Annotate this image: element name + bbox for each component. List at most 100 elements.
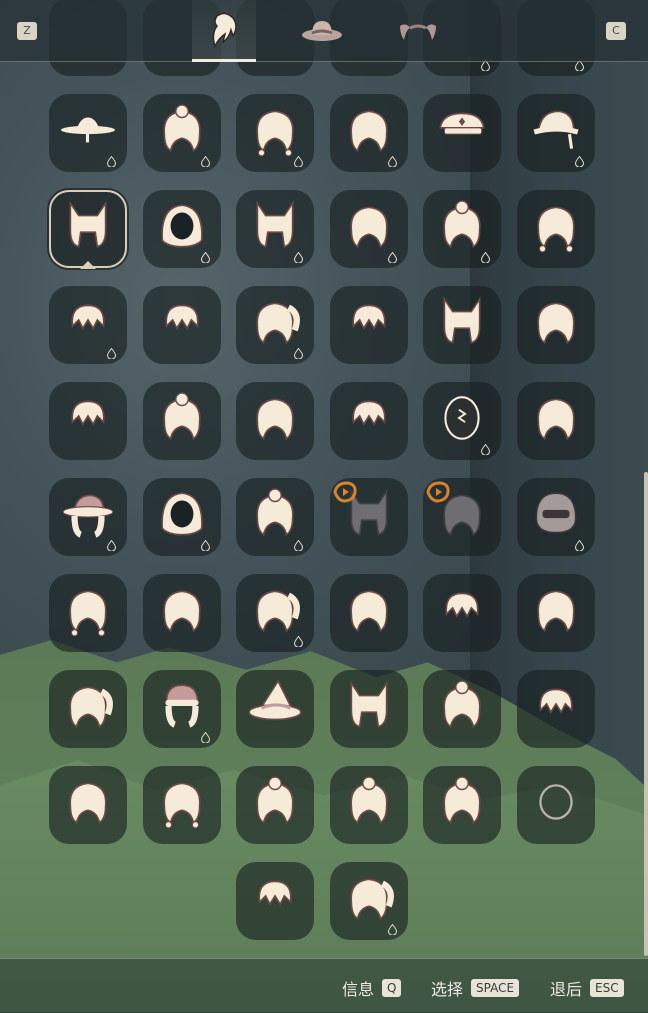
wild-curly-hair-icon bbox=[528, 679, 584, 739]
select-label: 选择 bbox=[431, 980, 464, 999]
grid-slot[interactable] bbox=[236, 478, 314, 556]
grid-slot[interactable] bbox=[330, 382, 408, 460]
back-hint[interactable]: 退后 ESC bbox=[550, 976, 624, 1000]
tab-hat[interactable] bbox=[290, 0, 354, 61]
feather-hair-icon bbox=[60, 775, 116, 835]
fox-ears-hair-icon bbox=[341, 679, 397, 739]
dye-drop-icon bbox=[574, 152, 585, 168]
grid-slot[interactable] bbox=[143, 670, 221, 748]
grid-slot[interactable] bbox=[49, 478, 127, 556]
scrollbar[interactable] bbox=[644, 472, 648, 956]
pigtails-hair-icon bbox=[60, 583, 116, 643]
grid-slot[interactable] bbox=[423, 670, 501, 748]
grid-slot[interactable] bbox=[49, 286, 127, 364]
bald-icon bbox=[528, 775, 584, 835]
bunny-ear-hair-icon bbox=[434, 295, 490, 355]
grid-slot[interactable] bbox=[423, 382, 501, 460]
grid-slot[interactable] bbox=[423, 190, 501, 268]
prev-category-key[interactable]: Z bbox=[17, 22, 37, 40]
grid-slot[interactable] bbox=[423, 94, 501, 172]
tab-hair[interactable] bbox=[192, 0, 256, 62]
grid-slot[interactable] bbox=[236, 670, 314, 748]
sprout-hair-icon bbox=[247, 391, 303, 451]
info-label: 信息 bbox=[342, 980, 375, 999]
grid-slot[interactable] bbox=[143, 190, 221, 268]
braided-pigtails-hair-icon bbox=[154, 775, 210, 835]
curly-bob-hair-icon bbox=[434, 583, 490, 643]
grid-slot[interactable] bbox=[49, 94, 127, 172]
grid-slot[interactable] bbox=[330, 670, 408, 748]
grid-slot[interactable] bbox=[330, 862, 408, 940]
select-key: SPACE bbox=[471, 979, 520, 997]
dye-drop-icon bbox=[293, 344, 304, 360]
dye-drop-icon bbox=[293, 632, 304, 648]
dye-drop-icon bbox=[574, 536, 585, 552]
grid-slot[interactable] bbox=[143, 766, 221, 844]
side-braid-hair-icon bbox=[528, 199, 584, 259]
grid-slot[interactable] bbox=[517, 286, 595, 364]
dye-drop-icon bbox=[293, 536, 304, 552]
grid-slot[interactable] bbox=[330, 766, 408, 844]
grid-slot[interactable] bbox=[517, 382, 595, 460]
witch-hat-icon bbox=[247, 679, 303, 739]
grid-slot[interactable] bbox=[236, 766, 314, 844]
grid-slot[interactable] bbox=[517, 670, 595, 748]
grid-slot[interactable] bbox=[330, 478, 408, 556]
dye-drop-icon bbox=[106, 344, 117, 360]
back-key: ESC bbox=[590, 979, 624, 997]
dye-drop-icon bbox=[480, 248, 491, 264]
grid-slot[interactable] bbox=[143, 286, 221, 364]
grid-slot[interactable] bbox=[143, 478, 221, 556]
grid-slot[interactable] bbox=[236, 382, 314, 460]
grid-slot[interactable] bbox=[236, 190, 314, 268]
wide-bob-hair-icon bbox=[528, 391, 584, 451]
grid-slot[interactable] bbox=[143, 574, 221, 652]
grid-slot[interactable] bbox=[49, 574, 127, 652]
dye-drop-icon bbox=[293, 248, 304, 264]
bow-hair-icon bbox=[528, 583, 584, 643]
grid-slot[interactable] bbox=[143, 94, 221, 172]
dye-drop-icon bbox=[200, 728, 211, 744]
grid-slot[interactable] bbox=[49, 766, 127, 844]
cap-hat-icon bbox=[434, 103, 490, 163]
cat-ears-hair-icon bbox=[60, 199, 116, 259]
dye-drop-icon bbox=[200, 536, 211, 552]
grid-slot[interactable] bbox=[423, 574, 501, 652]
grid-slot[interactable] bbox=[423, 286, 501, 364]
dye-drop-icon bbox=[387, 248, 398, 264]
grid-slot[interactable] bbox=[330, 286, 408, 364]
category-bar: Z C bbox=[0, 0, 648, 62]
grid-slot[interactable] bbox=[236, 862, 314, 940]
next-category-key[interactable]: C bbox=[606, 22, 626, 40]
grid-slot[interactable] bbox=[423, 766, 501, 844]
grid-slot[interactable] bbox=[423, 478, 501, 556]
short-messy-hair-icon bbox=[154, 295, 210, 355]
grid-slot[interactable] bbox=[330, 574, 408, 652]
select-hint[interactable]: 选择 SPACE bbox=[431, 976, 520, 1000]
grid-slot[interactable] bbox=[49, 670, 127, 748]
grid-slot[interactable] bbox=[330, 190, 408, 268]
grid-slot[interactable] bbox=[517, 478, 595, 556]
grid-slot[interactable] bbox=[143, 382, 221, 460]
grid-slot[interactable] bbox=[330, 94, 408, 172]
grid-slot[interactable] bbox=[517, 766, 595, 844]
curl-top-hair-icon bbox=[60, 391, 116, 451]
bonnet-hair-icon bbox=[154, 583, 210, 643]
grid-slot[interactable] bbox=[49, 190, 127, 269]
selection-notch bbox=[80, 261, 96, 269]
tab-horns[interactable] bbox=[386, 0, 450, 61]
info-hint[interactable]: 信息 Q bbox=[342, 976, 402, 1000]
grid-slot[interactable] bbox=[517, 190, 595, 268]
grid-slot[interactable] bbox=[517, 574, 595, 652]
grid-slot[interactable] bbox=[236, 94, 314, 172]
grid-slot[interactable] bbox=[517, 94, 595, 172]
grid-slot[interactable] bbox=[49, 382, 127, 460]
dye-drop-icon bbox=[293, 152, 304, 168]
tiara-hair-icon bbox=[434, 679, 490, 739]
hat-icon bbox=[302, 20, 342, 41]
fluffy-short-hair-icon bbox=[341, 391, 397, 451]
info-key: Q bbox=[382, 979, 402, 997]
grid-slot[interactable] bbox=[236, 574, 314, 652]
side-swept-hair-icon bbox=[60, 679, 116, 739]
grid-slot[interactable] bbox=[236, 286, 314, 364]
